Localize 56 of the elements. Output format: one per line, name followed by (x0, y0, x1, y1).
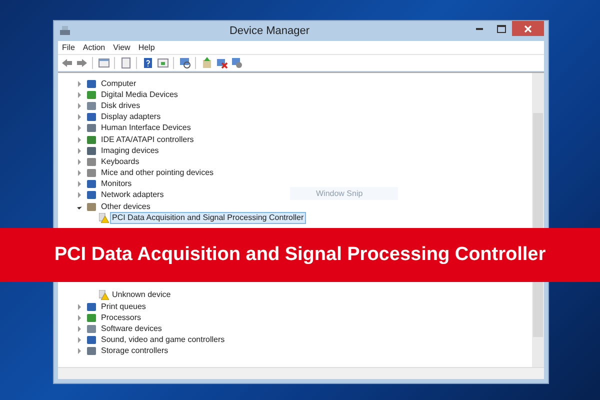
tree-item[interactable]: PCI Data Acquisition and Signal Processing Controller (111, 212, 305, 223)
expand-arrow-icon[interactable] (78, 170, 81, 176)
window-icon[interactable] (156, 56, 169, 70)
help-icon[interactable] (141, 56, 154, 70)
collapse-arrow-icon[interactable] (77, 204, 82, 210)
tree-item[interactable]: Monitors (100, 179, 133, 190)
menu-item[interactable]: Action (78, 41, 110, 54)
expand-arrow-icon[interactable] (78, 326, 81, 332)
expand-arrow-icon[interactable] (78, 337, 81, 344)
tree-item[interactable]: Storage controllers (100, 346, 170, 356)
tree-item[interactable]: Print queues (100, 302, 147, 312)
tree-item[interactable]: Display adapters (100, 112, 162, 122)
tree-item[interactable]: Sound, video and game controllers (100, 335, 226, 346)
menu-item[interactable]: View (109, 41, 134, 54)
expand-arrow-icon[interactable] (78, 348, 81, 354)
minimize-icon (476, 28, 482, 30)
expand-arrow-icon[interactable] (78, 136, 81, 143)
tree-item[interactable]: Disk drives (100, 100, 142, 111)
expand-arrow-icon[interactable] (78, 192, 81, 198)
tree-item[interactable]: IDE ATA/ATAPI controllers (100, 134, 195, 145)
tree-item[interactable]: Software devices (100, 324, 163, 334)
banner-title: PCI Data Acquisition and Signal Processing Controller (54, 244, 546, 266)
tree-item[interactable]: Unknown device (111, 290, 172, 300)
window-snip-label: Window Snip (290, 187, 398, 200)
expand-arrow-icon[interactable] (78, 314, 81, 321)
tree-item[interactable]: Keyboards (100, 156, 140, 167)
expand-arrow-icon[interactable] (78, 158, 81, 165)
forward-arrow-icon[interactable] (75, 56, 88, 70)
expand-arrow-icon[interactable] (78, 148, 81, 154)
close-button[interactable] (512, 21, 544, 36)
tree-item[interactable]: Computer (100, 78, 138, 89)
window-title: Device Manager (228, 25, 311, 37)
tree-item[interactable]: Imaging devices (100, 146, 160, 156)
expand-arrow-icon[interactable] (78, 92, 81, 98)
window-icon[interactable] (97, 56, 110, 70)
maximize-icon (496, 24, 506, 32)
expand-arrow-icon[interactable] (78, 102, 81, 109)
expand-arrow-icon[interactable] (78, 114, 81, 120)
tree-item[interactable]: Mice and other pointing devices (100, 168, 215, 178)
expand-arrow-icon[interactable] (78, 304, 81, 310)
expand-arrow-icon[interactable] (78, 80, 81, 87)
tree-item[interactable]: Other devices (100, 202, 152, 212)
close-icon (524, 24, 532, 32)
tree-item[interactable]: Human Interface Devices (100, 123, 192, 134)
menu-item[interactable]: File (58, 41, 79, 54)
tree-item[interactable]: Processors (100, 312, 142, 323)
menu-item[interactable]: Help (134, 41, 159, 54)
tree-item[interactable]: Digital Media Devices (100, 90, 179, 100)
tree-item[interactable]: Network adapters (100, 190, 165, 200)
document-icon[interactable] (119, 56, 132, 70)
expand-arrow-icon[interactable] (78, 181, 81, 188)
expand-arrow-icon[interactable] (78, 125, 81, 132)
back-arrow-icon[interactable] (60, 56, 73, 70)
warning-icon (99, 290, 109, 300)
warning-icon (99, 212, 109, 223)
computer-icon (59, 25, 71, 37)
